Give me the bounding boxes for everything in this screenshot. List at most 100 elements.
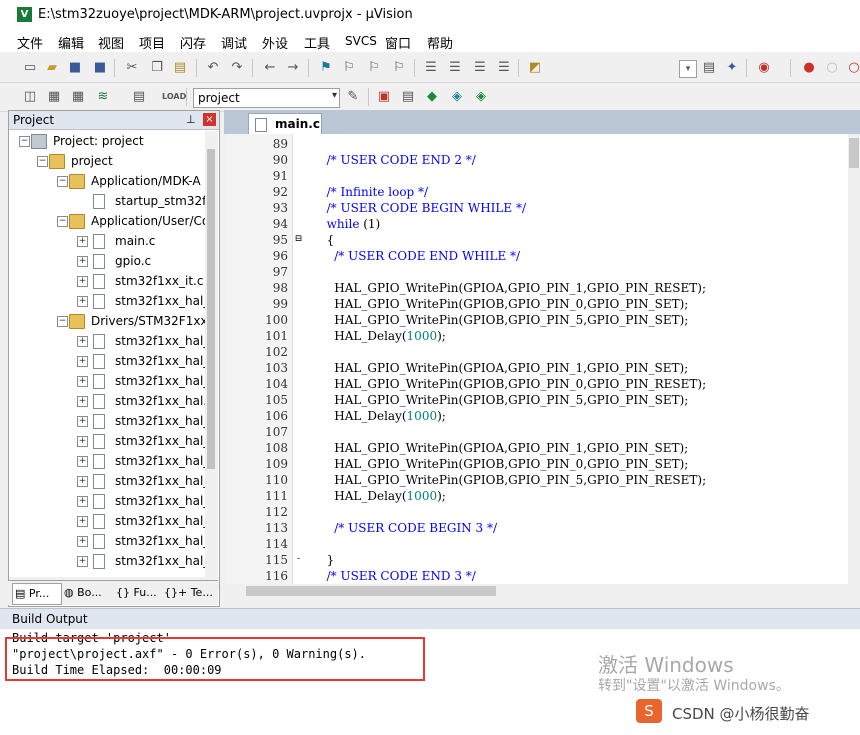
editor-hscrollbar[interactable] xyxy=(226,584,860,598)
code-line: 114 xyxy=(226,536,848,552)
clear-bookmarks-icon[interactable]: ⚐ xyxy=(391,60,407,76)
expand-icon[interactable]: + xyxy=(77,296,88,307)
tab-main-c[interactable]: main.c xyxy=(248,113,322,135)
menu-svcs[interactable]: SVCS xyxy=(345,34,377,48)
expand-icon[interactable]: + xyxy=(77,356,88,367)
code-editor[interactable]: 89 90 /* USER CODE END 2 */91 92 /* Infini… xyxy=(226,134,848,584)
file-icon xyxy=(93,534,105,549)
menu-window[interactable]: 窗口 xyxy=(385,33,411,52)
collapse-icon[interactable]: − xyxy=(57,176,68,187)
manage-project-icon[interactable]: ▣ xyxy=(376,89,392,105)
expand-icon[interactable]: + xyxy=(77,496,88,507)
new-file-icon[interactable]: ▭ xyxy=(22,60,38,76)
collapse-icon[interactable]: − xyxy=(19,136,30,147)
activate-windows-subtitle: 转到"设置"以激活 Windows。 xyxy=(598,678,790,694)
menu-peripherals[interactable]: 外设 xyxy=(262,33,288,52)
select-packs-icon[interactable]: ◆ xyxy=(424,89,440,105)
uncomment-icon[interactable]: ☰ xyxy=(496,60,512,76)
open-folder-icon[interactable]: ▰ xyxy=(44,60,60,76)
nav-back-icon[interactable]: ← xyxy=(262,60,278,76)
tree-scrollbar[interactable] xyxy=(205,131,218,577)
expand-icon[interactable]: + xyxy=(77,236,88,247)
expand-icon[interactable]: + xyxy=(77,256,88,267)
rebuild-icon[interactable]: ▦ xyxy=(70,89,86,105)
expand-icon[interactable]: + xyxy=(77,476,88,487)
menu-view[interactable]: 视图 xyxy=(98,33,124,52)
expand-icon[interactable]: + xyxy=(77,516,88,527)
find-dropdown-icon[interactable]: ▾ xyxy=(679,60,697,78)
save-all-icon[interactable]: ■ xyxy=(92,60,108,76)
chevron-down-icon[interactable]: ▾ xyxy=(332,90,337,101)
expand-icon[interactable]: + xyxy=(77,396,88,407)
undo-icon[interactable]: ↶ xyxy=(205,60,221,76)
nav-forward-icon[interactable]: → xyxy=(285,60,301,76)
file-icon xyxy=(93,254,105,269)
manage-multi-project-icon[interactable]: ▤ xyxy=(400,89,416,105)
batch-build-icon[interactable]: ≋ xyxy=(95,89,111,105)
run-time-env-icon[interactable]: ◈ xyxy=(473,89,489,105)
target-select[interactable]: project ▾ xyxy=(193,88,340,108)
tab-functions[interactable]: {} Fu... xyxy=(116,583,157,603)
translate-icon[interactable]: ◫ xyxy=(22,89,38,105)
prev-bookmark-icon[interactable]: ⚐ xyxy=(341,60,357,76)
editor-scrollbar[interactable] xyxy=(848,134,860,584)
close-icon[interactable]: × xyxy=(203,113,216,126)
editor-hscroll-thumb[interactable] xyxy=(246,586,496,596)
menu-project[interactable]: 项目 xyxy=(139,33,165,52)
expand-icon[interactable]: + xyxy=(77,416,88,427)
tab-templates[interactable]: {}+ Te... xyxy=(164,583,213,603)
menu-debug[interactable]: 调试 xyxy=(221,33,247,52)
download-icon[interactable]: LOAD xyxy=(162,89,186,105)
line-number: 91 xyxy=(272,169,288,183)
disable-breakpoint-icon[interactable]: ○ xyxy=(824,60,840,76)
folder-icon xyxy=(69,214,85,229)
tab-books[interactable]: ◍ Bo... xyxy=(64,583,102,603)
build-output-pane[interactable]: Build target 'project' "project\project.… xyxy=(0,629,860,735)
code-text: while (1) xyxy=(326,217,381,231)
expand-icon[interactable]: + xyxy=(77,556,88,567)
collapse-icon[interactable]: − xyxy=(37,156,48,167)
tree-scroll-thumb[interactable] xyxy=(207,149,215,469)
unindent-icon[interactable]: ☰ xyxy=(447,60,463,76)
indent-icon[interactable]: ☰ xyxy=(423,60,439,76)
editor-scroll-thumb[interactable] xyxy=(849,138,859,168)
incremental-find-icon[interactable]: ▤ xyxy=(701,60,717,76)
tab-project[interactable]: ▤ Pr... xyxy=(12,583,62,605)
debug-session-icon[interactable]: ◉ xyxy=(756,60,772,76)
expand-icon[interactable]: + xyxy=(77,536,88,547)
breakpoint-icon[interactable]: ● xyxy=(801,60,817,76)
expand-icon[interactable]: + xyxy=(77,436,88,447)
comment-icon[interactable]: ☰ xyxy=(472,60,488,76)
config-icon[interactable]: ✦ xyxy=(724,60,740,76)
pack-installer-icon[interactable]: ◈ xyxy=(449,89,465,105)
options-for-target-icon[interactable]: ✎ xyxy=(345,89,361,105)
next-bookmark-icon[interactable]: ⚐ xyxy=(366,60,382,76)
save-icon[interactable]: ■ xyxy=(67,60,83,76)
expand-icon[interactable]: + xyxy=(77,456,88,467)
menu-flash[interactable]: 闪存 xyxy=(180,33,206,52)
find-in-files-icon[interactable]: ◩ xyxy=(527,60,543,76)
cut-icon[interactable]: ✂ xyxy=(124,60,140,76)
collapse-icon[interactable]: − xyxy=(57,216,68,227)
menu-edit[interactable]: 编辑 xyxy=(58,33,84,52)
menu-tools[interactable]: 工具 xyxy=(304,33,330,52)
collapse-icon[interactable]: − xyxy=(57,316,68,327)
build-icon[interactable]: ▦ xyxy=(46,89,62,105)
paste-icon[interactable]: ▤ xyxy=(172,60,188,76)
redo-icon[interactable]: ↷ xyxy=(229,60,245,76)
stop-build-icon[interactable]: ▤ xyxy=(131,89,147,105)
expand-icon[interactable]: + xyxy=(77,376,88,387)
expand-icon[interactable]: + xyxy=(77,276,88,287)
fold-icon[interactable]: ⊟ xyxy=(294,235,303,244)
code-line: 90 /* USER CODE END 2 */ xyxy=(226,152,848,168)
expand-icon[interactable]: + xyxy=(77,336,88,347)
menu-file[interactable]: 文件 xyxy=(17,33,43,52)
pin-icon[interactable]: ⊥ xyxy=(186,113,196,126)
copy-icon[interactable]: ❐ xyxy=(149,60,165,76)
code-text: { xyxy=(319,233,335,247)
line-number: 111 xyxy=(265,489,288,503)
code-text: /* USER CODE END 2 */ xyxy=(319,153,476,167)
kill-breakpoints-icon[interactable]: ○ xyxy=(846,60,860,76)
menu-help[interactable]: 帮助 xyxy=(427,33,453,52)
bookmark-icon[interactable]: ⚑ xyxy=(318,60,334,76)
